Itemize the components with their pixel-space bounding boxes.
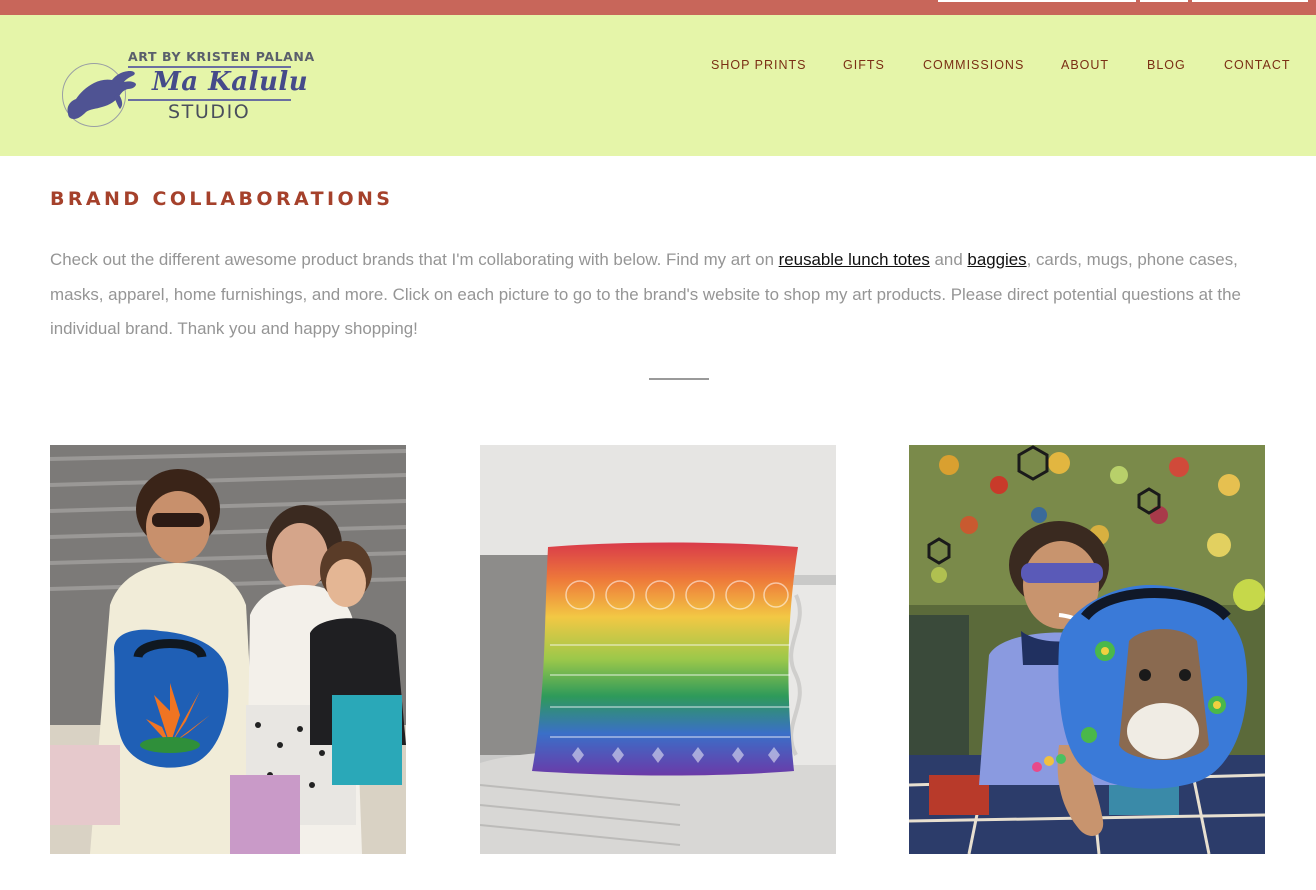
nav-contact[interactable]: CONTACT bbox=[1224, 58, 1291, 72]
top-bar-controls bbox=[938, 0, 1308, 2]
logo-artist-name: ART BY KRISTEN PALANA bbox=[128, 49, 315, 64]
site-logo[interactable]: ART BY KRISTEN PALANA Ma Kalulu STUDIO bbox=[60, 49, 314, 145]
logo-studio-word: STUDIO bbox=[168, 101, 251, 123]
baggies-link[interactable]: baggies bbox=[967, 250, 1026, 269]
logo-studio-name: Ma Kalulu bbox=[152, 67, 309, 97]
intro-paragraph: Check out the different awesome product … bbox=[50, 243, 1276, 347]
intro-text-1: Check out the different awesome product … bbox=[50, 250, 779, 269]
nav-commissions[interactable]: COMMISSIONS bbox=[923, 58, 1024, 72]
intro-text-2: and bbox=[929, 250, 968, 269]
main-nav: SHOP PRINTS GIFTS COMMISSIONS ABOUT BLOG… bbox=[711, 58, 1301, 74]
lunch-totes-link[interactable]: reusable lunch totes bbox=[779, 250, 930, 269]
rabbit-icon bbox=[67, 71, 136, 119]
section-divider bbox=[649, 378, 709, 380]
brand-image-lunch-tote[interactable] bbox=[50, 445, 406, 854]
top-account-field[interactable] bbox=[1192, 0, 1308, 2]
photo-rainbow-pillow bbox=[480, 445, 836, 854]
site-header: ART BY KRISTEN PALANA Ma Kalulu STUDIO S… bbox=[0, 15, 1316, 156]
nav-blog[interactable]: BLOG bbox=[1147, 58, 1186, 72]
nav-gifts[interactable]: GIFTS bbox=[843, 58, 885, 72]
nav-shop-prints[interactable]: SHOP PRINTS bbox=[711, 58, 807, 72]
photo-donkey-lunch-tote bbox=[909, 445, 1265, 854]
top-search-button[interactable] bbox=[1140, 0, 1188, 2]
top-search-field[interactable] bbox=[938, 0, 1136, 2]
nav-about[interactable]: ABOUT bbox=[1061, 58, 1109, 72]
page-title: BRAND COLLABORATIONS bbox=[50, 188, 394, 210]
top-bar bbox=[0, 0, 1316, 15]
photo-lunch-tote-lotus bbox=[50, 445, 406, 854]
brand-image-donkey-tote[interactable] bbox=[909, 445, 1265, 854]
brand-image-pillow[interactable] bbox=[480, 445, 836, 854]
